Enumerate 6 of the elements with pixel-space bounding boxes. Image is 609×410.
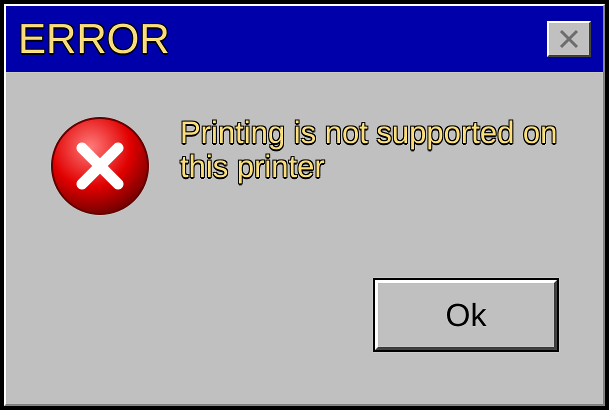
error-icon: [50, 116, 150, 216]
error-message: Printing is not supported on this printer: [180, 116, 558, 184]
close-button[interactable]: [547, 21, 591, 57]
close-icon: [558, 29, 580, 49]
window-title: ERROR: [18, 18, 170, 60]
ok-button[interactable]: Ok: [375, 280, 557, 350]
